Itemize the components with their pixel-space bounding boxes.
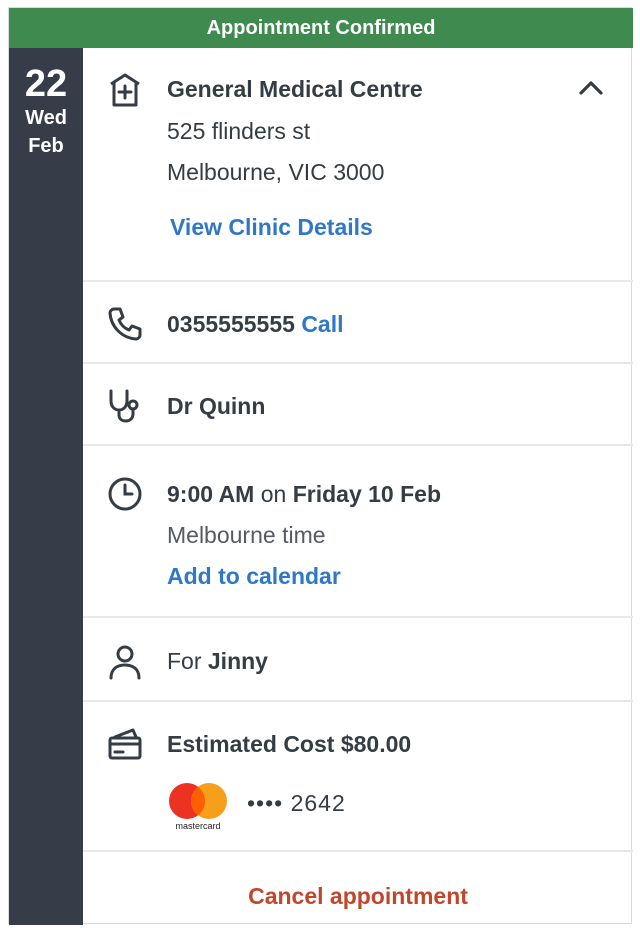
time-connector: on (260, 481, 287, 507)
phone-section: 0355555555 Call (83, 284, 633, 364)
phone-number: 0355555555 (167, 311, 295, 337)
patient-section: For Jinny (83, 620, 633, 702)
add-to-calendar-link[interactable]: Add to calendar (167, 556, 613, 597)
cost-section: Estimated Cost $80.00 mastercard •••• 26… (83, 704, 633, 852)
clinic-section: General Medical Centre 525 flinders st M… (83, 48, 633, 282)
appointment-time-row: 9:00 AM on Friday 10 Feb (167, 474, 613, 515)
cost-amount: $80.00 (340, 731, 412, 757)
patient-row: For Jinny (167, 641, 613, 682)
stethoscope-icon (105, 386, 145, 426)
time-section: 9:00 AM on Friday 10 Feb Melbourne time … (83, 448, 633, 618)
clinic-name: General Medical Centre (167, 76, 423, 102)
patient-name: Jinny (207, 648, 268, 674)
patient-prefix: For (167, 648, 202, 674)
appointment-date: Friday 10 Feb (292, 481, 441, 507)
timezone-label: Melbourne time (167, 522, 326, 548)
person-icon (105, 642, 145, 682)
appointment-card: Appointment Confirmed 22 Wed Feb General… (8, 7, 633, 925)
cancel-appointment-button[interactable]: Cancel appointment (83, 868, 633, 925)
date-month: Feb (28, 135, 64, 157)
clinic-address-line2: Melbourne, VIC 3000 (167, 159, 385, 185)
mastercard-logo-icon: mastercard (167, 782, 229, 832)
appointment-details: General Medical Centre 525 flinders st M… (83, 48, 633, 925)
phone-row: 0355555555 Call (167, 304, 613, 345)
view-clinic-details-link[interactable]: View Clinic Details (170, 207, 613, 248)
date-weekday: Wed (25, 107, 67, 129)
svg-text:mastercard: mastercard (175, 821, 220, 831)
hospital-icon (105, 70, 145, 110)
cost-row: Estimated Cost $80.00 (167, 724, 613, 765)
date-sidebar: 22 Wed Feb (9, 48, 83, 925)
phone-icon (105, 304, 145, 344)
doctor-section: Dr Quinn (83, 366, 633, 446)
call-link[interactable]: Call (301, 311, 343, 337)
clock-icon (105, 474, 145, 514)
confirmation-banner: Appointment Confirmed (9, 8, 633, 48)
card-number-masked: •••• 2642 (247, 790, 346, 816)
clinic-address-line1: 525 flinders st (167, 118, 311, 144)
doctor-name: Dr Quinn (167, 393, 266, 419)
payment-card-icon (105, 724, 145, 764)
collapse-chevron-up-icon[interactable] (577, 78, 605, 98)
appointment-time: 9:00 AM (167, 481, 255, 507)
date-day: 22 (24, 63, 68, 105)
cost-label: Estimated Cost (167, 731, 335, 757)
